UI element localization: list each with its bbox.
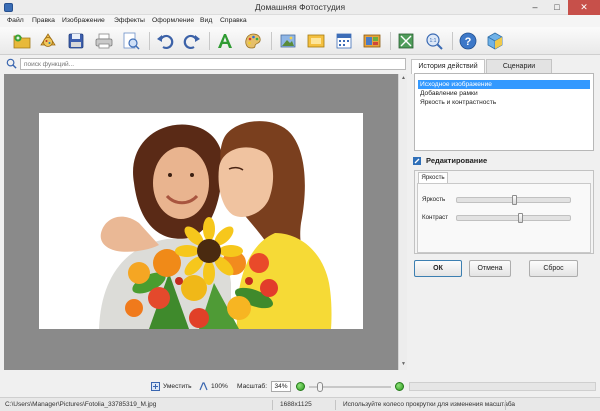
maximize-button[interactable]: □ bbox=[546, 0, 568, 15]
edit-section-title: Редактирование bbox=[426, 156, 488, 165]
fit-icon[interactable] bbox=[151, 382, 160, 391]
contrast-slider-thumb[interactable] bbox=[517, 213, 523, 223]
zoom-bar: Уместить 100% Масштаб: 34% bbox=[0, 378, 600, 395]
title-bar: Домашняя Фотостудия – □ ✕ bbox=[0, 0, 600, 15]
toolbar-separator bbox=[390, 32, 391, 50]
tab-brightness[interactable]: Яркость bbox=[418, 172, 448, 183]
photo-preview bbox=[39, 113, 363, 329]
menu-image[interactable]: Изображение bbox=[62, 17, 105, 24]
postcard-icon[interactable] bbox=[306, 31, 326, 51]
reset-button[interactable]: Сброс bbox=[529, 260, 578, 277]
menu-file[interactable]: Файл bbox=[7, 17, 24, 24]
brightness-slider[interactable] bbox=[456, 195, 571, 205]
svg-text:?: ? bbox=[465, 36, 472, 48]
menu-edit[interactable]: Правка bbox=[32, 17, 55, 24]
gallery-icon[interactable] bbox=[38, 31, 58, 51]
right-panel: История действий Сценарии Исходное изобр… bbox=[408, 57, 600, 371]
cancel-button[interactable]: Отмена bbox=[469, 260, 511, 277]
toolbar-separator bbox=[271, 32, 272, 50]
calendar-icon[interactable] bbox=[334, 31, 354, 51]
adjustment-box: Яркость Яркость Контраст bbox=[414, 170, 594, 254]
status-bar: C:\Users\Manager\Pictures\Fotolia_337853… bbox=[0, 397, 600, 411]
menu-help[interactable]: Справка bbox=[220, 17, 247, 24]
menu-view[interactable]: Вид bbox=[200, 17, 212, 24]
open-file-icon[interactable] bbox=[12, 31, 32, 51]
brightness-slider-thumb[interactable] bbox=[512, 195, 517, 205]
menu-design[interactable]: Оформление bbox=[152, 17, 194, 24]
canvas-vertical-scrollbar[interactable]: ▲ ▼ bbox=[398, 74, 407, 370]
tab-history[interactable]: История действий bbox=[411, 59, 485, 74]
status-hint: Используйте колесо прокрутки для изменен… bbox=[343, 401, 516, 408]
history-list: Исходное изображение Добавление рамки Яр… bbox=[414, 73, 594, 151]
search-icon bbox=[6, 58, 17, 69]
image-frame-icon[interactable] bbox=[278, 31, 298, 51]
history-item[interactable]: Исходное изображение bbox=[418, 80, 590, 89]
toolbar: 1:1 ? bbox=[0, 27, 600, 55]
zoom-slider[interactable] bbox=[309, 382, 391, 392]
zoom-in-button[interactable] bbox=[395, 382, 404, 391]
contrast-label: Контраст bbox=[422, 214, 449, 221]
edit-section-header: Редактирование bbox=[410, 155, 598, 167]
toolbar-separator bbox=[452, 32, 453, 50]
actual-size-label[interactable]: 100% bbox=[211, 383, 228, 390]
file-path: C:\Users\Manager\Pictures\Fotolia_337853… bbox=[5, 401, 157, 408]
status-separator bbox=[335, 400, 336, 410]
window-title: Домашняя Фотостудия bbox=[254, 2, 346, 12]
actual-size-icon[interactable] bbox=[199, 382, 208, 391]
history-item[interactable]: Добавление рамки bbox=[418, 89, 590, 98]
preview-icon[interactable] bbox=[121, 31, 141, 51]
ok-button[interactable]: ОК bbox=[414, 260, 462, 277]
save-icon[interactable] bbox=[66, 31, 86, 51]
edit-panel-icon bbox=[413, 157, 421, 165]
image-canvas[interactable] bbox=[4, 74, 407, 370]
brightness-label: Яркость bbox=[422, 196, 446, 203]
text-icon[interactable] bbox=[215, 31, 235, 51]
crop-icon[interactable] bbox=[396, 31, 416, 51]
zoom-100-icon[interactable]: 1:1 bbox=[424, 31, 444, 51]
scroll-up-arrow[interactable]: ▲ bbox=[400, 75, 407, 82]
toolbar-separator bbox=[209, 32, 210, 50]
svg-text:1:1: 1:1 bbox=[430, 38, 437, 44]
zoom-slider-thumb[interactable] bbox=[316, 382, 323, 392]
zoom-label: Масштаб: bbox=[237, 383, 268, 390]
image-dimensions: 1688x1125 bbox=[280, 401, 312, 408]
panel-horizontal-scrollbar[interactable] bbox=[409, 382, 596, 391]
menu-bar: Файл Правка Изображение Эффекты Оформлен… bbox=[0, 15, 600, 27]
collage-icon[interactable] bbox=[362, 31, 382, 51]
help-icon[interactable]: ? bbox=[458, 31, 478, 51]
contrast-slider[interactable] bbox=[456, 213, 571, 223]
close-button[interactable]: ✕ bbox=[568, 0, 600, 15]
undo-icon[interactable] bbox=[155, 31, 175, 51]
toolbar-separator bbox=[149, 32, 150, 50]
minimize-button[interactable]: – bbox=[524, 0, 546, 15]
tab-scenarios[interactable]: Сценарии bbox=[486, 59, 552, 73]
search-input[interactable] bbox=[20, 58, 406, 70]
fit-label[interactable]: Уместить bbox=[163, 383, 192, 390]
print-icon[interactable] bbox=[94, 31, 114, 51]
redo-icon[interactable] bbox=[182, 31, 202, 51]
package-icon[interactable] bbox=[485, 31, 505, 51]
history-item[interactable]: Яркость и контрастность bbox=[418, 98, 590, 107]
zoom-out-button[interactable] bbox=[296, 382, 305, 391]
zoom-value-field[interactable]: 34% bbox=[271, 381, 291, 392]
menu-effects[interactable]: Эффекты bbox=[114, 17, 145, 24]
scroll-down-arrow[interactable]: ▼ bbox=[400, 361, 407, 368]
search-bar bbox=[4, 57, 406, 72]
palette-icon[interactable] bbox=[243, 31, 263, 51]
status-separator bbox=[505, 400, 506, 410]
adjustment-controls: Яркость Контраст bbox=[417, 183, 591, 253]
status-separator bbox=[272, 400, 273, 410]
